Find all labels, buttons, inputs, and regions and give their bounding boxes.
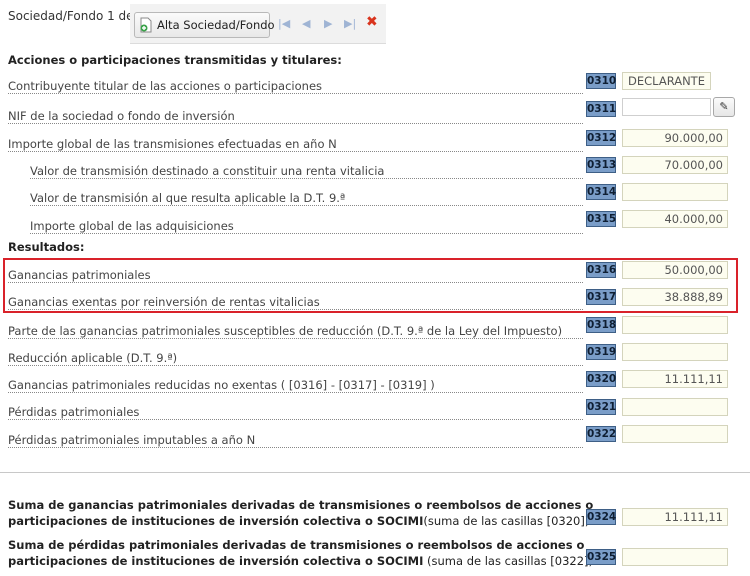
box-code-0319: 0319	[586, 344, 617, 360]
first-record-icon[interactable]: |◀	[278, 17, 290, 30]
field-0312[interactable]: 90.000,00	[622, 129, 728, 147]
toolbar: Alta Sociedad/Fondo |◀ ◀ ▶ ▶| ✖	[130, 4, 386, 44]
add-document-icon	[139, 17, 153, 33]
summary-text-0325: Suma de pérdidas patrimoniales derivadas…	[8, 537, 593, 569]
record-counter: Sociedad/Fondo 1 de 1	[8, 9, 145, 23]
row-label-0312: Importe global de las transmisiones efec…	[8, 136, 583, 152]
field-0321[interactable]	[622, 398, 728, 416]
edit-pencil-button[interactable]: ✎	[713, 97, 735, 117]
previous-record-icon[interactable]: ◀	[302, 17, 310, 30]
box-code-0313: 0313	[586, 157, 617, 173]
box-code-0312: 0312	[586, 130, 617, 146]
box-code-0315: 0315	[586, 211, 617, 227]
row-label-0310: Contribuyente titular de las acciones o …	[8, 78, 583, 94]
delete-icon[interactable]: ✖	[366, 14, 378, 30]
alta-sociedad-button[interactable]: Alta Sociedad/Fondo	[134, 12, 275, 38]
box-code-0321: 0321	[586, 399, 617, 415]
section-title-resultados: Resultados:	[8, 240, 85, 254]
row-label-0315: Importe global de las adquisiciones	[30, 218, 583, 234]
box-code-0316: 0316	[586, 262, 617, 278]
box-code-0322: 0322	[586, 426, 617, 442]
pencil-icon: ✎	[719, 100, 729, 113]
summary-0324-line1: Suma de ganancias patrimoniales derivada…	[8, 498, 594, 512]
box-code-0317: 0317	[586, 289, 617, 305]
summary-0324-line2: participaciones de instituciones de inve…	[8, 514, 424, 528]
box-code-0320: 0320	[586, 371, 617, 387]
field-0316[interactable]: 50.000,00	[622, 261, 728, 279]
summary-0325-note: (suma de las casillas [0322])	[423, 554, 593, 568]
box-code-0311: 0311	[586, 101, 617, 117]
summary-0324-note: (suma de las casillas [0320])	[423, 514, 590, 528]
field-0315[interactable]: 40.000,00	[622, 210, 728, 228]
section-divider	[0, 472, 750, 473]
next-record-icon[interactable]: ▶	[324, 17, 332, 30]
row-label-0317: Ganancias exentas por reinversión de ren…	[8, 294, 583, 310]
alta-sociedad-label: Alta Sociedad/Fondo	[157, 18, 275, 32]
row-label-0318: Parte de las ganancias patrimoniales sus…	[8, 323, 583, 339]
summary-0325-line2: participaciones de instituciones de inve…	[8, 554, 424, 568]
field-0319[interactable]	[622, 343, 728, 361]
field-0311[interactable]	[622, 98, 711, 116]
summary-0325-line1: Suma de pérdidas patrimoniales derivadas…	[8, 538, 585, 552]
summary-text-0324: Suma de ganancias patrimoniales derivada…	[8, 497, 593, 529]
field-0318[interactable]	[622, 316, 728, 334]
row-label-0314: Valor de transmisión al que resulta apli…	[30, 190, 583, 206]
field-0310[interactable]: DECLARANTE	[622, 72, 711, 90]
box-code-0318: 0318	[586, 317, 617, 333]
field-0320[interactable]: 11.111,11	[622, 370, 728, 388]
row-label-0321: Pérdidas patrimoniales	[8, 404, 583, 420]
field-0313[interactable]: 70.000,00	[622, 156, 728, 174]
field-0322[interactable]	[622, 425, 728, 443]
box-code-0325: 0325	[586, 549, 617, 565]
field-0317[interactable]: 38.888,89	[622, 288, 728, 306]
row-label-0313: Valor de transmisión destinado a constit…	[30, 163, 583, 179]
box-code-0324: 0324	[586, 509, 617, 525]
field-0325[interactable]	[622, 548, 728, 566]
section-title-transmitidas: Acciones o participaciones transmitidas …	[8, 53, 342, 67]
field-0324[interactable]: 11.111,11	[622, 508, 728, 526]
row-label-0316: Ganancias patrimoniales	[8, 267, 583, 283]
box-code-0314: 0314	[586, 184, 617, 200]
last-record-icon[interactable]: ▶|	[344, 17, 356, 30]
row-label-0311: NIF de la sociedad o fondo de inversión	[8, 108, 583, 124]
field-0314[interactable]	[622, 183, 728, 201]
row-label-0319: Reducción aplicable (D.T. 9.ª)	[8, 350, 583, 366]
box-code-0310: 0310	[586, 73, 617, 89]
row-label-0320: Ganancias patrimoniales reducidas no exe…	[8, 377, 583, 393]
row-label-0322: Pérdidas patrimoniales imputables a año …	[8, 432, 583, 448]
